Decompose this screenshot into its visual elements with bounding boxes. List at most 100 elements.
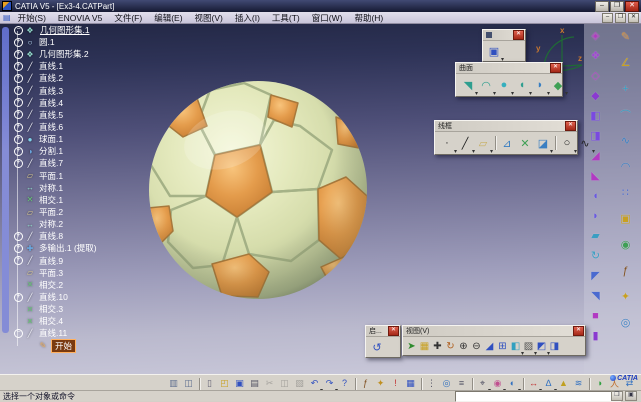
tree-expander[interactable] [14,293,23,302]
tree-expander[interactable] [14,159,23,168]
tree-item-set[interactable]: ❖ 几何图形集.2 [14,48,98,60]
stamp-icon[interactable]: ◉ [618,237,633,252]
tree-item-symmetry[interactable]: ↔ 对称.1 [14,182,98,194]
fill-icon[interactable]: ◆ [550,77,566,93]
tree-item-line[interactable]: ╱ 直线.6 [14,121,98,133]
tree-item-line[interactable]: ╱ 直线.10 [14,291,98,303]
tree-item-line[interactable]: ╱ 直线.5 [14,109,98,121]
list-options-icon[interactable]: ≡ [455,377,468,390]
normal-view-icon[interactable]: ◢ [483,339,496,353]
tree-item-plane[interactable]: ▱ 平面.3 [14,267,98,279]
tree-expander[interactable] [14,98,23,107]
tree-expander[interactable] [14,86,23,95]
extract-surface-icon[interactable]: ◣ [588,168,603,183]
repetition-icon[interactable]: ▣ [618,211,633,226]
graph-tree-icon[interactable]: ⋮ [425,377,438,390]
3d-viewport[interactable]: x y z − ❖ 几何图形集.1 ○ 圆.1 ❖ 几何图形集.2 ╱ [0,23,641,374]
zoom-out-icon[interactable]: ⊖ [470,339,483,353]
tree-expander[interactable] [14,329,23,338]
helix-icon[interactable]: ∿ [618,133,633,148]
tree-expander[interactable] [14,123,23,132]
affinity-icon[interactable]: ■ [588,308,603,323]
maximize-button[interactable]: ❐ [610,1,624,12]
formula-icon[interactable]: ƒ [359,377,372,390]
tree-item-line[interactable]: ╱ 直线.9 [14,255,98,267]
apply-material-icon[interactable]: ◑ [593,377,606,390]
point-icon[interactable]: · [439,135,455,151]
power-input-field[interactable] [455,391,621,402]
rotate-view-icon[interactable]: ↻ [444,339,457,353]
tree-item-line[interactable]: ╱ 直线.1 [14,60,98,72]
tree-expander[interactable] [14,38,23,47]
revolve-icon[interactable]: ◠ [478,77,494,93]
hide-show-icon[interactable]: ◩ [535,339,548,353]
rotate-transform-icon[interactable]: ↻ [588,248,603,263]
tree-item-symmetry[interactable]: ↔ 对称.2 [14,218,98,230]
swap-visible-space-icon[interactable]: ◨ [548,339,561,353]
close-icon[interactable]: ✕ [513,30,524,40]
close-button[interactable]: ✕ [625,1,639,12]
tree-item-circle[interactable]: ○ 圆.1 [14,36,98,48]
menu-item[interactable]: 编辑(E) [148,13,188,23]
shape-fillet-icon[interactable]: ◖ [588,188,603,203]
design-table-icon[interactable]: ▦ [404,377,417,390]
pan-icon[interactable]: ✚ [431,339,444,353]
tree-item-line[interactable]: ╱ 直线.2 [14,72,98,84]
menu-item[interactable]: ENOVIA V5 [52,13,108,23]
measure-inertia-icon[interactable]: ▲ [557,377,570,390]
knowledge-advisor-icon[interactable]: ✦ [618,289,633,304]
circle-icon[interactable]: ○ [559,135,575,151]
link-browser-icon[interactable]: ◐ [506,377,519,390]
zoom-in-icon[interactable]: ⊕ [457,339,470,353]
point-tool-icon[interactable]: + [618,81,633,96]
close-icon[interactable]: ✕ [565,121,576,131]
measure-between-icon[interactable]: ↔ [527,377,540,390]
offset-icon[interactable]: ◖ [514,77,530,93]
doc-minimize-button[interactable]: – [602,13,613,23]
menu-item[interactable]: 开始(S) [12,13,52,23]
render-style-icon[interactable]: ▨ [522,339,535,353]
disassemble-icon[interactable]: ◆ [588,88,603,103]
undo-icon[interactable]: ↶ [308,377,321,390]
update-mini-toolbar[interactable]: 启... ✕ ↺ [365,325,401,358]
close-icon[interactable]: ✕ [573,326,584,336]
tree-item-line[interactable]: ╱ 直线.7 [14,157,98,169]
view-toolbar[interactable]: 视图(V) ✕ ➤▦✚↻⊕⊖◢⊞◧▨◩◨ [402,325,586,356]
tree-expander[interactable] [14,50,23,59]
healing-icon[interactable]: ❖ [588,48,603,63]
cascade-windows-icon[interactable]: ◫ [182,377,195,390]
sketcher-icon[interactable]: ✎ [618,29,633,44]
tree-item-line[interactable]: ╱ 直线.8 [14,230,98,242]
scaling-icon[interactable]: ◥ [588,288,603,303]
spine-tool-icon[interactable]: ◠ [618,159,633,174]
new-document-icon[interactable]: ▯ [203,377,216,390]
extrapolate-icon[interactable]: ▮ [588,328,603,343]
doc-close-button[interactable]: ✕ [628,13,639,23]
menu-item[interactable]: 插入(I) [229,13,266,23]
layer-filter-icon[interactable]: ≋ [572,377,585,390]
join-icon[interactable]: ◈ [588,28,603,43]
translate-icon[interactable]: ▰ [588,228,603,243]
knowledge-icon[interactable]: ✦ [374,377,387,390]
tree-item-line[interactable]: ╱ 直线.3 [14,85,98,97]
tree-item-line[interactable]: ╱ 直线.4 [14,97,98,109]
tree-expander[interactable] [14,110,23,119]
sphere-icon[interactable]: ● [496,77,512,93]
tree-item-intersect[interactable]: ✕ 相交.2 [14,279,98,291]
sketch-mini-toolbar[interactable]: ✕ ▣ [482,29,526,62]
point-pattern-icon[interactable]: ∷ [618,185,633,200]
fly-mode-icon[interactable]: ➤ [405,339,418,353]
extrude-icon[interactable]: ◥ [460,77,476,93]
tree-item-intersect[interactable]: ✕ 相交.1 [14,194,98,206]
soccer-ball-model[interactable] [140,70,376,310]
symmetry-transform-icon[interactable]: ◤ [588,268,603,283]
close-icon[interactable]: ✕ [550,63,561,73]
split-icon[interactable]: ◧ [588,108,603,123]
tree-expander[interactable] [14,256,23,265]
catalog-tool-icon[interactable]: ◎ [618,315,633,330]
edge-fillet-icon[interactable]: ◗ [588,208,603,223]
tree-item-plane[interactable]: ▱ 平面.2 [14,206,98,218]
sweep-icon[interactable]: ◗ [532,77,548,93]
tree-item-intersect[interactable]: ✕ 相交.3 [14,303,98,315]
projection-tool-icon[interactable]: ⌒ [618,107,633,122]
